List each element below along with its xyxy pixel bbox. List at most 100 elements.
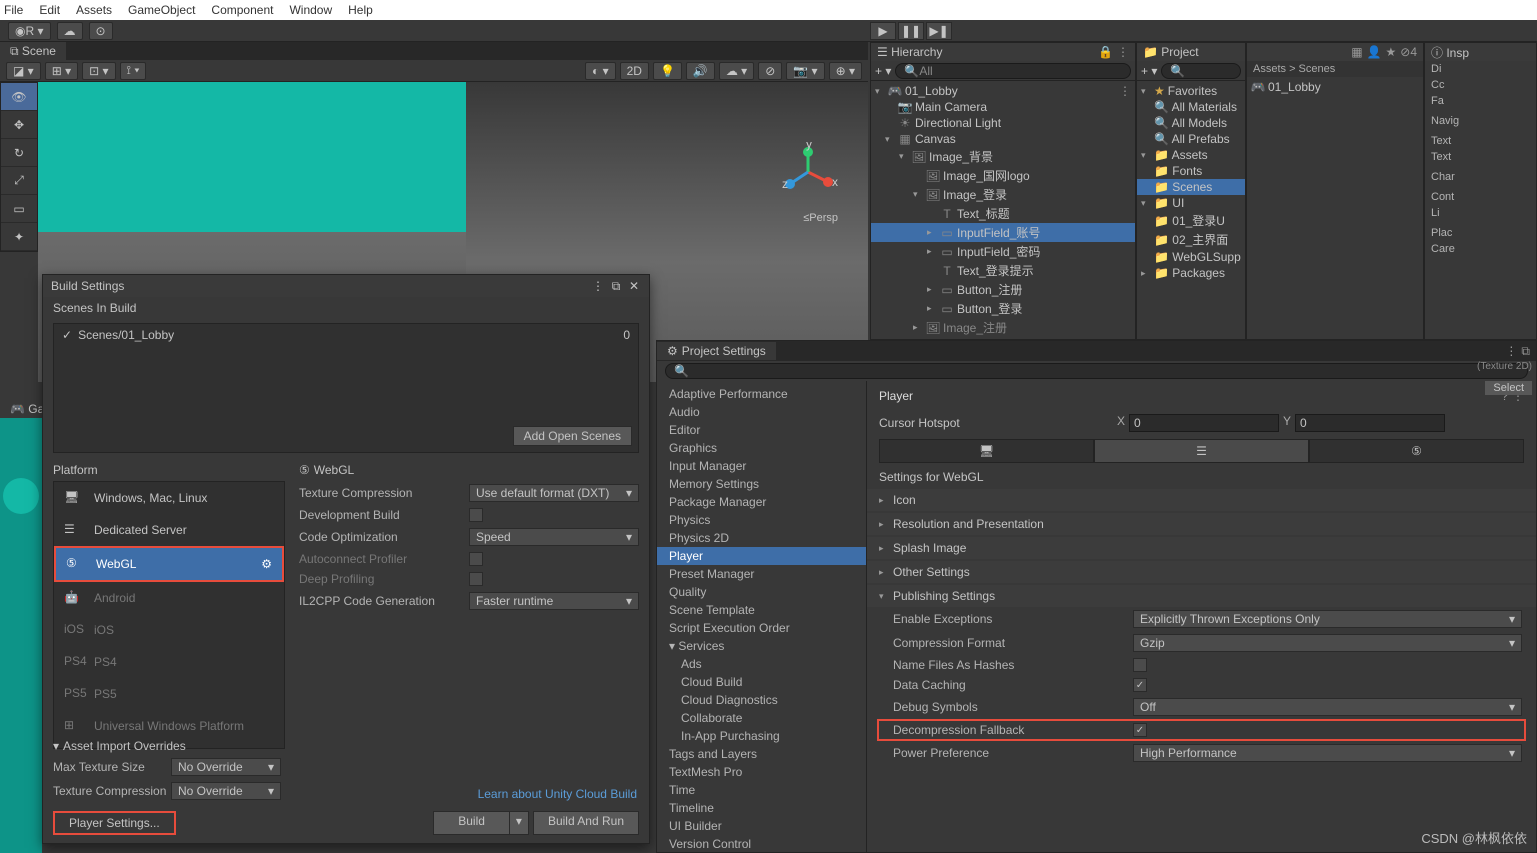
scale-tool[interactable]: ⤢ xyxy=(1,167,37,195)
cloud-button[interactable]: ☁ xyxy=(57,22,83,40)
move-tool[interactable]: ✥ xyxy=(1,111,37,139)
increment-snap[interactable]: ⟟ ▾ xyxy=(120,62,147,80)
settings-category[interactable]: Cloud Diagnostics xyxy=(657,691,866,709)
effects-toggle[interactable]: ☁ ▾ xyxy=(719,62,754,80)
settings-category[interactable]: Quality xyxy=(657,583,866,601)
lighting-toggle[interactable]: 💡 xyxy=(653,62,682,80)
scenes-list[interactable]: ✓ Scenes/01_Lobby 0 Add Open Scenes xyxy=(53,323,639,453)
pause-button[interactable]: ❚❚ xyxy=(898,22,924,40)
filter-icon[interactable]: ▦ xyxy=(1351,45,1362,59)
step-button[interactable]: ▶❚ xyxy=(926,22,952,40)
section-header[interactable]: ▾ Publishing Settings xyxy=(867,585,1536,607)
settings-category[interactable]: Player xyxy=(657,547,866,565)
hierarchy-item[interactable]: TText_标题 xyxy=(871,204,1135,223)
build-button[interactable]: Build▾ xyxy=(433,811,529,835)
account-button[interactable]: ◉ R ▾ xyxy=(8,22,51,40)
platform-item[interactable]: PS5PS5 xyxy=(54,678,284,710)
field-checkbox[interactable]: ✓ xyxy=(1133,723,1147,737)
transform-tool[interactable]: ✦ xyxy=(1,223,37,251)
favorites-header[interactable]: ▾★ Favorites xyxy=(1137,83,1245,99)
more-icon[interactable]: ⋮ xyxy=(1117,45,1129,59)
settings-category[interactable]: Script Execution Order xyxy=(657,619,866,637)
project-search[interactable]: 🔍 xyxy=(1161,63,1241,79)
settings-category[interactable]: Time xyxy=(657,781,866,799)
setting-checkbox[interactable] xyxy=(469,552,483,566)
settings-category[interactable]: In-App Purchasing xyxy=(657,727,866,745)
platform-item[interactable]: iOSiOS xyxy=(54,614,284,646)
cursor-x-input[interactable] xyxy=(1129,414,1279,432)
popout-icon[interactable]: ⧉ xyxy=(1521,344,1530,359)
eye-icon[interactable]: ⊘4 xyxy=(1400,45,1417,59)
shading-mode[interactable]: ◪ ▾ xyxy=(6,62,41,80)
cloud-build-link[interactable]: Learn about Unity Cloud Build xyxy=(478,787,637,801)
build-and-run-button[interactable]: Build And Run xyxy=(533,811,639,835)
platform-list[interactable]: 🖥Windows, Mac, Linux☰Dedicated Server⑤We… xyxy=(53,481,285,749)
field-dropdown[interactable]: Gzip▾ xyxy=(1133,634,1522,652)
scene-gizmo[interactable]: x y z xyxy=(778,142,838,202)
settings-category[interactable]: Audio xyxy=(657,403,866,421)
settings-category[interactable]: Input Manager xyxy=(657,457,866,475)
menu-assets[interactable]: Assets xyxy=(76,3,112,17)
setting-dropdown[interactable]: Use default format (DXT)▾ xyxy=(469,484,639,502)
settings-category[interactable]: TextMesh Pro xyxy=(657,763,866,781)
settings-category[interactable]: Package Manager xyxy=(657,493,866,511)
scene-check[interactable]: ✓ xyxy=(62,328,72,342)
settings-category[interactable]: Physics xyxy=(657,511,866,529)
add-button[interactable]: + ▾ xyxy=(1141,64,1157,78)
project-folder[interactable]: 📁 Fonts xyxy=(1137,163,1245,179)
settings-category[interactable]: Editor xyxy=(657,421,866,439)
favorite-item[interactable]: 🔍 All Models xyxy=(1137,115,1245,131)
hierarchy-item[interactable]: 📷Main Camera xyxy=(871,99,1135,115)
settings-category[interactable]: Cloud Build xyxy=(657,673,866,691)
settings-category[interactable]: Memory Settings xyxy=(657,475,866,493)
asset-overrides-foldout[interactable]: ▾ Asset Import Overrides xyxy=(53,737,289,755)
settings-category[interactable]: Physics 2D xyxy=(657,529,866,547)
project-folder[interactable]: 📁 WebGLSupp xyxy=(1137,249,1245,265)
scene-tab[interactable]: ⧉ Scene xyxy=(0,42,66,61)
play-button[interactable]: ▶ xyxy=(870,22,896,40)
setting-checkbox[interactable] xyxy=(469,508,483,522)
section-header[interactable]: ▸ Splash Image xyxy=(867,537,1536,559)
scene-row[interactable]: ✓ Scenes/01_Lobby 0 xyxy=(54,324,638,346)
setting-dropdown[interactable]: Speed▾ xyxy=(469,528,639,546)
settings-categories[interactable]: Adaptive PerformanceAudioEditorGraphicsI… xyxy=(657,381,867,852)
hierarchy-item[interactable]: ⊕EventSystem xyxy=(871,337,1135,339)
section-header[interactable]: ▸ Resolution and Presentation xyxy=(867,513,1536,535)
audio-toggle[interactable]: 🔊 xyxy=(686,62,715,80)
menu-window[interactable]: Window xyxy=(289,3,332,17)
more-icon[interactable]: ⋮ xyxy=(591,279,605,294)
hierarchy-tree[interactable]: ▾🎮01_Lobby⋮📷Main Camera☀Directional Ligh… xyxy=(871,81,1135,339)
menu-gameobject[interactable]: GameObject xyxy=(128,3,195,17)
menu-file[interactable]: File xyxy=(4,3,23,17)
platform-item[interactable]: 🖥Windows, Mac, Linux xyxy=(54,482,284,514)
project-folder[interactable]: 📁 01_登录U xyxy=(1137,211,1245,230)
platform-item[interactable]: ⑤WebGL⚙ xyxy=(54,546,284,582)
platform-item[interactable]: PS4PS4 xyxy=(54,646,284,678)
menubar[interactable]: FileEditAssetsGameObjectComponentWindowH… xyxy=(0,0,1537,20)
more-icon[interactable]: ⋮ xyxy=(1505,344,1517,359)
standalone-ptab[interactable]: 🖥 xyxy=(879,439,1094,463)
project-folder[interactable]: 📁 Scenes xyxy=(1137,179,1245,195)
section-header[interactable]: ▸ Other Settings xyxy=(867,561,1536,583)
settings-category[interactable]: Timeline xyxy=(657,799,866,817)
hierarchy-item[interactable]: ▸▭InputField_密码 xyxy=(871,242,1135,261)
settings-category[interactable]: Tags and Layers xyxy=(657,745,866,763)
field-checkbox[interactable] xyxy=(1133,658,1147,672)
override-dropdown[interactable]: No Override▾ xyxy=(171,758,281,776)
menu-component[interactable]: Component xyxy=(211,3,273,17)
2d-toggle[interactable]: 2D xyxy=(620,62,649,80)
view-tool[interactable]: 👁 xyxy=(1,83,37,111)
add-button[interactable]: + ▾ xyxy=(875,64,891,78)
menu-help[interactable]: Help xyxy=(348,3,373,17)
server-ptab[interactable]: ☰ xyxy=(1094,439,1309,463)
settings-category[interactable]: Graphics xyxy=(657,439,866,457)
hierarchy-item[interactable]: ▸🖼Image_注册 xyxy=(871,318,1135,337)
field-dropdown[interactable]: Off▾ xyxy=(1133,698,1522,716)
hierarchy-item[interactable]: ▾🎮01_Lobby⋮ xyxy=(871,83,1135,99)
project-folder[interactable]: ▾📁 UI xyxy=(1137,195,1245,211)
webgl-ptab[interactable]: ⑤ xyxy=(1309,439,1524,463)
select-button[interactable]: Select xyxy=(1485,381,1532,395)
settings-category[interactable]: Version Control xyxy=(657,835,866,852)
hierarchy-item[interactable]: ▾▦Canvas xyxy=(871,131,1135,147)
asset-item[interactable]: 🎮01_Lobby xyxy=(1247,79,1423,95)
